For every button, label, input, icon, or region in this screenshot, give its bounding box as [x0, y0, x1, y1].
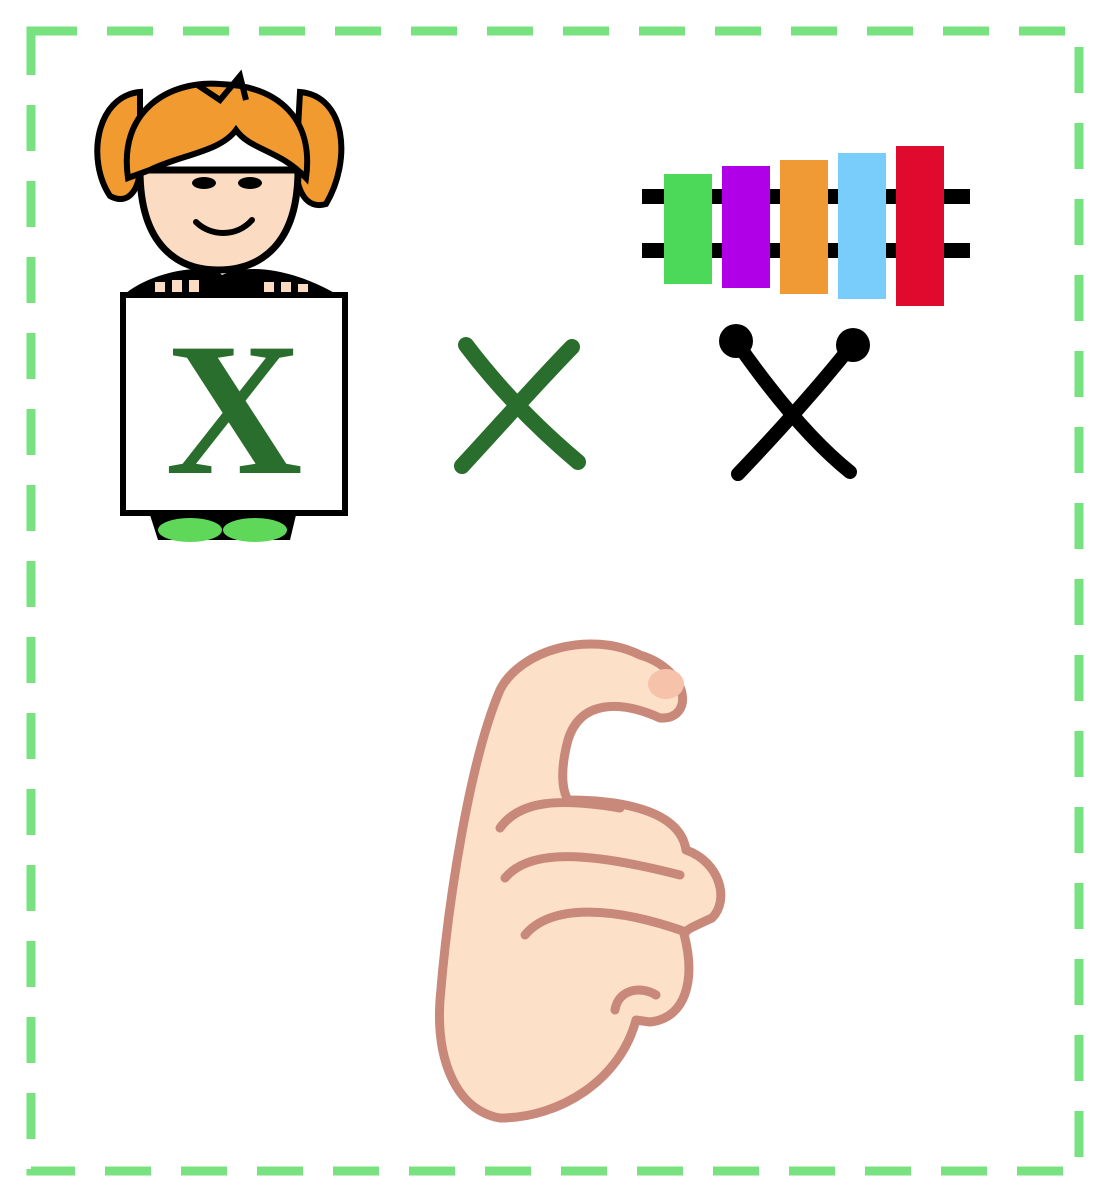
sign-language-hand-x-icon [435, 639, 726, 1123]
letter-card: X [0, 0, 1100, 1200]
